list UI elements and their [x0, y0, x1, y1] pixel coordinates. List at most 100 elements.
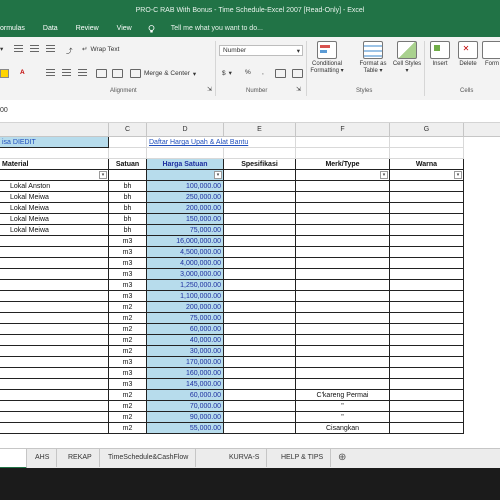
- cell-material[interactable]: [0, 423, 109, 434]
- cell-material[interactable]: [0, 412, 109, 423]
- cell-material[interactable]: [0, 346, 109, 357]
- cell-warna[interactable]: [390, 203, 464, 214]
- cell-satuan[interactable]: m3: [109, 247, 147, 258]
- cell-spesifikasi[interactable]: [224, 192, 296, 203]
- cell-warna[interactable]: [390, 236, 464, 247]
- cell-merk-type[interactable]: ": [296, 412, 390, 423]
- merge-center-button[interactable]: Merge & Center ▾: [130, 69, 196, 78]
- format-as-table-button[interactable]: Format as Table ▾: [356, 41, 390, 87]
- cell-harga-satuan[interactable]: 60,000.00: [147, 324, 224, 335]
- filter-dropdown-icon[interactable]: ▾: [214, 171, 222, 179]
- tab-review[interactable]: Review: [76, 25, 99, 32]
- cell-material[interactable]: Lokal Anston: [0, 181, 109, 192]
- cell-spesifikasi[interactable]: [224, 247, 296, 258]
- cell-warna[interactable]: [390, 291, 464, 302]
- cell-satuan[interactable]: m2: [109, 390, 147, 401]
- cell-satuan[interactable]: m3: [109, 236, 147, 247]
- cell-spesifikasi[interactable]: [224, 225, 296, 236]
- add-sheet-icon[interactable]: ⊕: [331, 449, 353, 467]
- cell-merk-type[interactable]: [296, 379, 390, 390]
- cell-spesifikasi[interactable]: [224, 379, 296, 390]
- align-top-icon[interactable]: [14, 45, 23, 52]
- cell[interactable]: [224, 148, 296, 159]
- cell-warna[interactable]: [390, 401, 464, 412]
- cell-satuan[interactable]: bh: [109, 203, 147, 214]
- conditional-formatting-button[interactable]: Conditional Formatting ▾: [310, 41, 344, 87]
- number-format-dropdown[interactable]: Number ▾: [219, 45, 303, 56]
- price-list-link[interactable]: Daftar Harga Upah & Alat Bantu: [147, 137, 296, 148]
- cell-warna[interactable]: [390, 335, 464, 346]
- cell[interactable]: [390, 137, 464, 148]
- cell-material[interactable]: Lokal Meiwa: [0, 214, 109, 225]
- cell-spesifikasi[interactable]: [224, 302, 296, 313]
- align-bottom-icon[interactable]: [46, 45, 55, 52]
- cell-harga-satuan[interactable]: 145,000.00: [147, 379, 224, 390]
- cell-spesifikasi[interactable]: [224, 401, 296, 412]
- cell-harga-satuan[interactable]: 250,000.00: [147, 192, 224, 203]
- cell-warna[interactable]: [390, 214, 464, 225]
- cell-harga-satuan[interactable]: 4,000,000.00: [147, 258, 224, 269]
- sheet-tab-active[interactable]: [0, 449, 27, 469]
- cell-satuan[interactable]: bh: [109, 192, 147, 203]
- cell-styles-button[interactable]: Cell Styles ▾: [392, 41, 422, 87]
- cell-material[interactable]: Lokal Meiwa: [0, 192, 109, 203]
- cell-merk-type[interactable]: [296, 346, 390, 357]
- tab-view[interactable]: View: [117, 25, 132, 32]
- sheet-tab-ahs[interactable]: AHS: [28, 449, 58, 467]
- align-center-icon[interactable]: [62, 69, 71, 76]
- delete-cells-button[interactable]: ✕ Delete: [454, 41, 482, 87]
- align-middle-icon[interactable]: [30, 45, 39, 52]
- cell-material[interactable]: [0, 291, 109, 302]
- cell-satuan[interactable]: m2: [109, 313, 147, 324]
- cell-harga-satuan[interactable]: 3,000,000.00: [147, 269, 224, 280]
- increase-decimal-icon[interactable]: [275, 69, 286, 78]
- cell-merk-type[interactable]: Cisangkan: [296, 423, 390, 434]
- alignment-launcher-icon[interactable]: ⇲: [207, 86, 212, 93]
- column-header-c[interactable]: C: [109, 123, 147, 136]
- cell-harga-satuan[interactable]: 16,000,000.00: [147, 236, 224, 247]
- cell-harga-satuan[interactable]: 60,000.00: [147, 390, 224, 401]
- cell-warna[interactable]: [390, 368, 464, 379]
- font-color-icon[interactable]: A: [20, 69, 25, 76]
- cell-material[interactable]: [0, 401, 109, 412]
- format-cells-button[interactable]: Form: [480, 41, 500, 87]
- cell-merk-type[interactable]: [296, 280, 390, 291]
- cell-satuan[interactable]: bh: [109, 214, 147, 225]
- cell-warna[interactable]: [390, 269, 464, 280]
- cell[interactable]: [390, 148, 464, 159]
- cell-satuan[interactable]: m3: [109, 258, 147, 269]
- tell-me-box[interactable]: Tell me what you want to do...: [148, 24, 263, 33]
- cell-warna[interactable]: [390, 313, 464, 324]
- cell-harga-satuan[interactable]: 100,000.00: [147, 181, 224, 192]
- cell-spesifikasi[interactable]: [224, 269, 296, 280]
- cell-warna[interactable]: [390, 324, 464, 335]
- align-right-icon[interactable]: [78, 69, 87, 76]
- cell-spesifikasi[interactable]: [224, 368, 296, 379]
- cell-warna[interactable]: [390, 379, 464, 390]
- column-header-d[interactable]: D: [147, 123, 224, 136]
- cell-harga-satuan[interactable]: 1,250,000.00: [147, 280, 224, 291]
- cell-harga-satuan[interactable]: 30,000.00: [147, 346, 224, 357]
- cell-spesifikasi[interactable]: [224, 258, 296, 269]
- filter-dropdown-icon[interactable]: ▾: [454, 171, 462, 179]
- cell-satuan[interactable]: m3: [109, 379, 147, 390]
- cell-spesifikasi[interactable]: [224, 203, 296, 214]
- column-header-f[interactable]: F: [296, 123, 390, 136]
- cell-warna[interactable]: [390, 390, 464, 401]
- cell-harga-satuan[interactable]: 200,000.00: [147, 302, 224, 313]
- cell-satuan[interactable]: m2: [109, 412, 147, 423]
- cell-merk-type[interactable]: [296, 313, 390, 324]
- cell-merk-type[interactable]: [296, 258, 390, 269]
- cell-warna[interactable]: [390, 357, 464, 368]
- cell-harga-satuan[interactable]: 170,000.00: [147, 357, 224, 368]
- cell-material[interactable]: [0, 368, 109, 379]
- cell-material[interactable]: [0, 258, 109, 269]
- cell-satuan[interactable]: m2: [109, 302, 147, 313]
- cell-spesifikasi[interactable]: [224, 346, 296, 357]
- cell-material[interactable]: [0, 357, 109, 368]
- sheet-tab-rekap[interactable]: REKAP: [61, 449, 100, 467]
- cell-merk-type[interactable]: [296, 225, 390, 236]
- cell-warna[interactable]: [390, 346, 464, 357]
- cell-spesifikasi[interactable]: [224, 291, 296, 302]
- align-left-icon[interactable]: [46, 69, 55, 76]
